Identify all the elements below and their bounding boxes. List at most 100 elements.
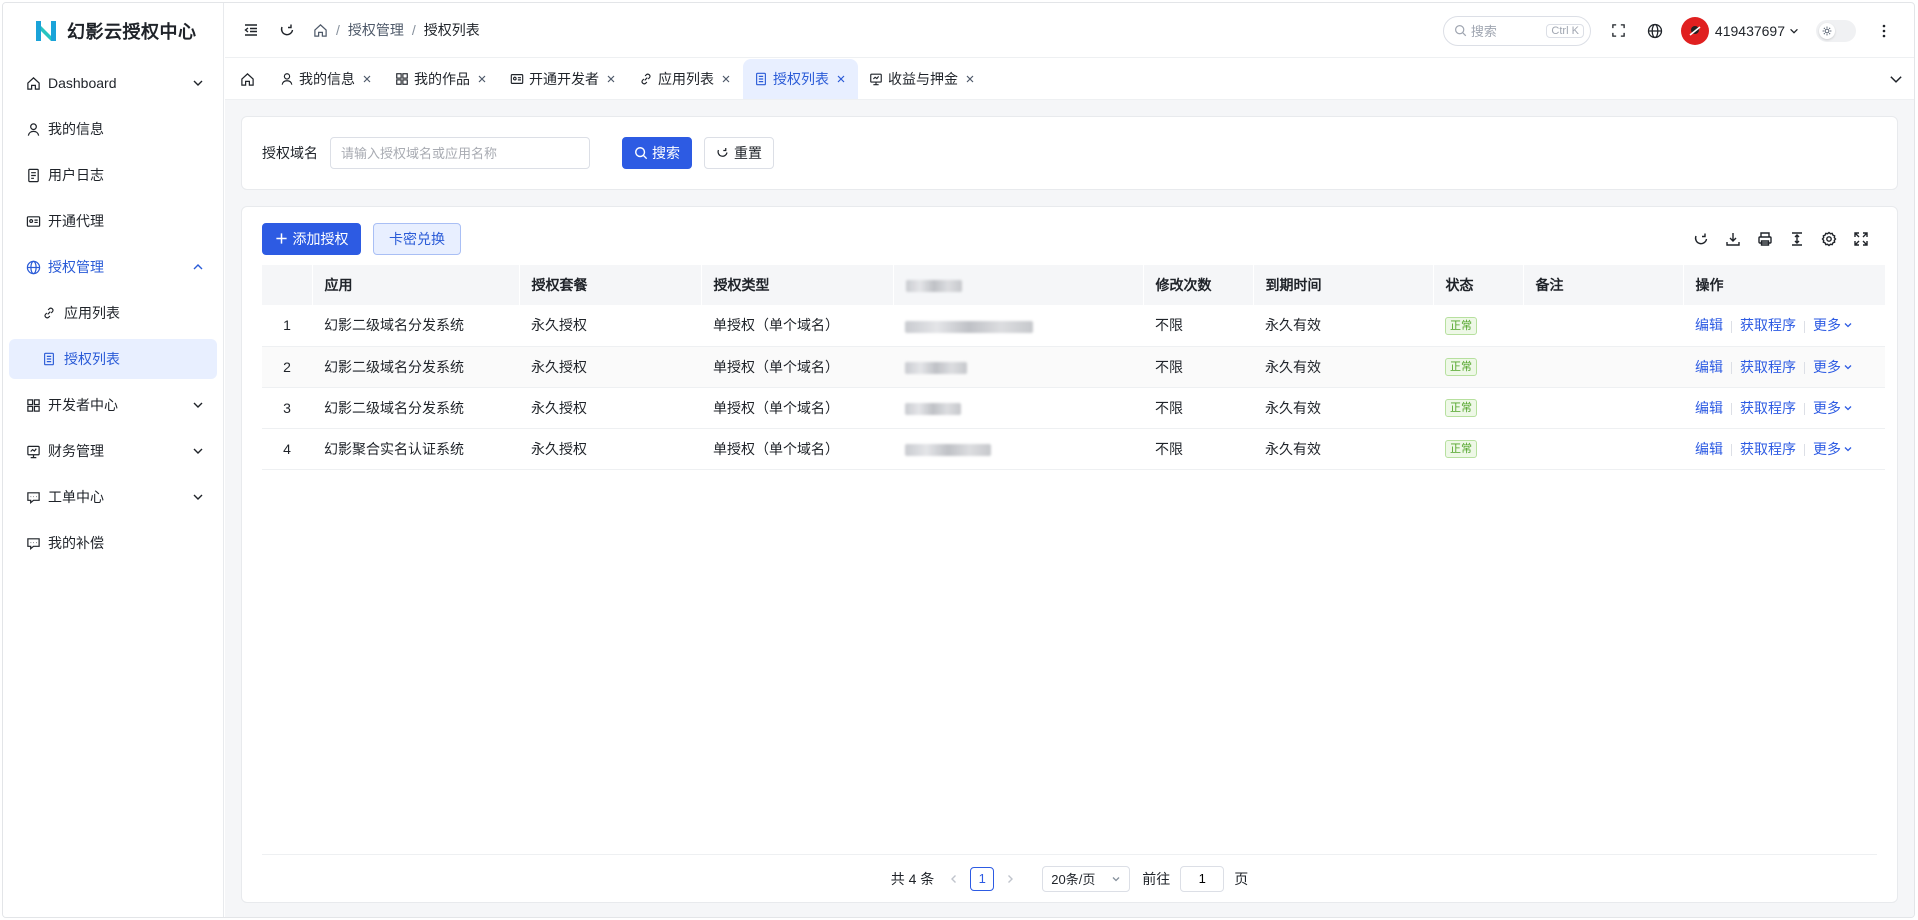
home-icon[interactable] (313, 23, 328, 38)
get-program-link[interactable]: 获取程序 (1740, 441, 1796, 457)
tab-home[interactable] (225, 59, 269, 99)
more-label: 更多 (1813, 399, 1841, 416)
tab-label: 我的作品 (414, 71, 470, 87)
row-package: 永久授权 (519, 428, 701, 470)
edit-link[interactable]: 编辑 (1695, 400, 1723, 416)
more-link[interactable]: 更多 (1813, 359, 1853, 375)
sidebar-item-developer-center[interactable]: 开发者中心 (9, 385, 217, 425)
language-button[interactable] (1637, 13, 1673, 49)
reset-button[interactable]: 重置 (704, 137, 774, 169)
app-window: 幻影云授权中心 Dashboard 我的信息 用户日志 开通代理 授权管理 应用… (2, 2, 1915, 918)
row-app: 幻影二级域名分发系统 (312, 305, 519, 347)
get-program-link[interactable]: 获取程序 (1740, 317, 1796, 333)
more-menu-button[interactable] (1866, 13, 1902, 49)
edit-link[interactable]: 编辑 (1695, 441, 1723, 457)
link-icon (41, 305, 57, 321)
table-row: 4 幻影聚合实名认证系统 永久授权 单授权（单个域名） 不限 永久有效 正常 编… (262, 428, 1885, 470)
get-program-link[interactable]: 获取程序 (1740, 359, 1796, 375)
user-icon (25, 121, 41, 137)
sidebar-item-auth-management[interactable]: 授权管理 (9, 247, 217, 287)
logo[interactable]: 幻影云授权中心 (3, 3, 223, 59)
column-height-button[interactable] (1781, 223, 1813, 255)
row-index: 3 (262, 387, 312, 429)
row-domain (893, 305, 1143, 347)
search-icon (634, 146, 648, 160)
divider (1731, 443, 1732, 456)
tab-open-developer[interactable]: 开通开发者 (499, 59, 628, 99)
row-status: 正常 (1433, 428, 1523, 470)
add-auth-button[interactable]: 添加授权 (262, 223, 361, 255)
redacted-domain (905, 402, 961, 415)
refresh-button[interactable] (269, 12, 305, 48)
edit-link[interactable]: 编辑 (1695, 317, 1723, 333)
page-size-select[interactable]: 20条/页 (1042, 865, 1131, 892)
filter-panel: 授权域名 搜索 重置 (241, 116, 1898, 190)
close-icon[interactable] (720, 73, 732, 85)
collapse-sidebar-button[interactable] (233, 12, 269, 48)
tab-my-works[interactable]: 我的作品 (384, 59, 499, 99)
search-button[interactable]: 搜索 (622, 137, 692, 169)
chevron-down-icon[interactable] (1788, 25, 1800, 37)
theme-toggle[interactable] (1816, 19, 1856, 42)
more-label: 更多 (1813, 358, 1841, 375)
sidebar-item-auth-list[interactable]: 授权列表 (9, 339, 217, 379)
divider (1731, 361, 1732, 374)
menu-fold-icon (244, 24, 257, 36)
tab-app-list[interactable]: 应用列表 (628, 59, 743, 99)
get-program-link[interactable]: 获取程序 (1740, 400, 1796, 416)
sidebar-item-label: 我的信息 (48, 121, 104, 137)
sidebar-item-finance[interactable]: 财务管理 (9, 431, 217, 471)
row-expire: 永久有效 (1253, 428, 1433, 470)
row-expire: 永久有效 (1253, 346, 1433, 388)
app-title: 幻影云授权中心 (67, 22, 197, 42)
edit-link[interactable]: 编辑 (1695, 359, 1723, 375)
chevron-down-icon[interactable] (1888, 71, 1904, 87)
sidebar-item-dashboard[interactable]: Dashboard (9, 63, 217, 103)
row-modify-count: 不限 (1143, 387, 1253, 429)
id-card-icon (25, 213, 41, 229)
tab-auth-list[interactable]: 授权列表 (743, 59, 858, 99)
breadcrumb-item[interactable]: 授权管理 (348, 20, 404, 40)
table-fullscreen-button[interactable] (1845, 223, 1877, 255)
plus-icon (275, 232, 289, 246)
tab-income-deposit[interactable]: 收益与押金 (858, 59, 987, 99)
close-icon[interactable] (476, 73, 488, 85)
fullscreen-button[interactable] (1601, 13, 1637, 49)
divider (1804, 443, 1805, 456)
sidebar-item-compensation[interactable]: 我的补偿 (9, 523, 217, 563)
column-settings-button[interactable] (1813, 223, 1845, 255)
global-search[interactable]: 搜索 Ctrl K (1442, 15, 1591, 46)
goto-page-input[interactable] (1180, 865, 1225, 892)
table-refresh-button[interactable] (1685, 223, 1717, 255)
page-number[interactable]: 1 (970, 866, 995, 891)
next-page-button[interactable] (998, 867, 1022, 891)
domain-search-input[interactable] (330, 137, 590, 169)
row-expire: 永久有效 (1253, 387, 1433, 429)
tab-my-info[interactable]: 我的信息 (269, 59, 384, 99)
chevron-right-icon (1008, 874, 1014, 883)
more-link[interactable]: 更多 (1813, 400, 1853, 416)
username[interactable]: 419437697 (1715, 23, 1785, 39)
close-icon[interactable] (964, 73, 976, 85)
close-icon[interactable] (835, 73, 847, 85)
sidebar-item-label: 工单中心 (48, 489, 104, 505)
sidebar-item-my-info[interactable]: 我的信息 (9, 109, 217, 149)
prev-page-button[interactable] (942, 867, 966, 891)
more-link[interactable]: 更多 (1813, 441, 1853, 457)
finance-icon (25, 443, 41, 459)
sidebar-item-app-list[interactable]: 应用列表 (9, 293, 217, 333)
goto-prefix: 前往 (1142, 870, 1171, 887)
divider (1731, 402, 1732, 415)
avatar[interactable] (1680, 16, 1709, 45)
export-button[interactable] (1717, 223, 1749, 255)
breadcrumb-separator: / (336, 22, 340, 38)
domain-filter-label: 授权域名 (262, 145, 318, 161)
close-icon[interactable] (605, 73, 617, 85)
sidebar-item-ticket-center[interactable]: 工单中心 (9, 477, 217, 517)
print-button[interactable] (1749, 223, 1781, 255)
close-icon[interactable] (361, 73, 373, 85)
sidebar-item-user-log[interactable]: 用户日志 (9, 155, 217, 195)
sidebar-item-open-agent[interactable]: 开通代理 (9, 201, 217, 241)
more-link[interactable]: 更多 (1813, 317, 1853, 333)
redeem-card-button[interactable]: 卡密兑换 (373, 223, 461, 255)
